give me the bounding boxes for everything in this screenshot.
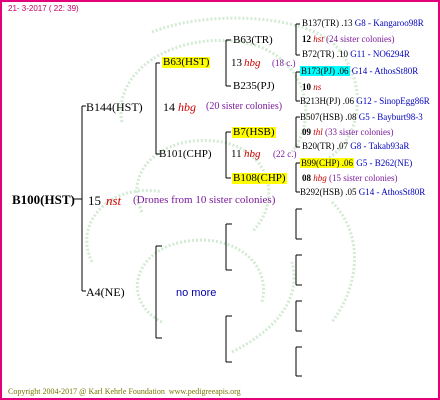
gen4-row-10: B99(CHP) .06 G5 - B262(NE) [300, 158, 413, 168]
gen4-row-3: B72(TR) .10 G11 - NO6294R [302, 49, 410, 59]
root-drone-note: (Drones from 10 sister colonies) [133, 194, 276, 206]
root-generation: 15 [88, 193, 101, 208]
gen4-row-1: B137(TR) .13 G8 - Kangaroo98R [302, 18, 424, 28]
gen4-row-8: 09 thl (33 sister colonies) [302, 127, 394, 137]
sire-generation: 14 [163, 100, 175, 114]
gen4-row-4: B173(PJ) .06 G14 - AthosSt80R [300, 66, 419, 76]
gen4-row-6: B213H(PJ) .06 G12 - SinopEgg86R [300, 96, 430, 106]
gen4-row-12: B292(HSB) .05 G14 - AthosSt80R [300, 187, 426, 197]
sdd-queen: B108(CHP) [232, 172, 287, 184]
ssd-queen: B235(PJ) [233, 80, 275, 92]
root-queen: B100(HST) [12, 192, 75, 207]
sss-queen: B63(TR) [233, 34, 273, 46]
root-line: nst [106, 193, 122, 208]
dam-no-more: no more [176, 287, 217, 299]
sire-note: (20 sister colonies) [206, 101, 283, 112]
sire-queen: B144(HST) [86, 100, 143, 114]
sd-line: hbg [244, 148, 261, 160]
sire-line: hbg [178, 100, 196, 114]
sd-generation: 11 [231, 148, 242, 160]
ss-queen: B63(HST) [162, 56, 211, 68]
gen4-row-5: 10 ns [302, 82, 322, 92]
sds-queen: B7(HSB) [232, 126, 276, 138]
dam-queen: A4(NE) [86, 285, 125, 299]
gen4-row-9: B20(TR) .07 G8 - Takab93aR [302, 141, 410, 151]
sd-note: (22 c.) [273, 149, 297, 159]
gen4-row-11: 08 hbg (15 sister colonies) [302, 173, 398, 183]
date-stamp: 21- 3-2017 ( 22: 39) [8, 4, 79, 13]
gen4-row-7: B507(HSB) .08 G5 - Bayburt98-3 [300, 112, 423, 122]
ss-generation: 13 [231, 57, 242, 69]
sd-queen: B101(CHP) [159, 148, 212, 160]
gen4-row-2: 12 hst (24 sister colonies) [302, 34, 395, 44]
pedigree-frame: 21- 3-2017 ( 22: 39) B100(HST) 15 nst (D… [0, 0, 440, 400]
footer-copyright: Copyright 2004-2017 @ Karl Kehrle Founda… [8, 387, 241, 396]
ss-note: (18 c.) [272, 58, 296, 68]
ss-line: hbg [244, 57, 261, 69]
footer-link[interactable]: www.pedigreeapis.org [169, 387, 241, 396]
